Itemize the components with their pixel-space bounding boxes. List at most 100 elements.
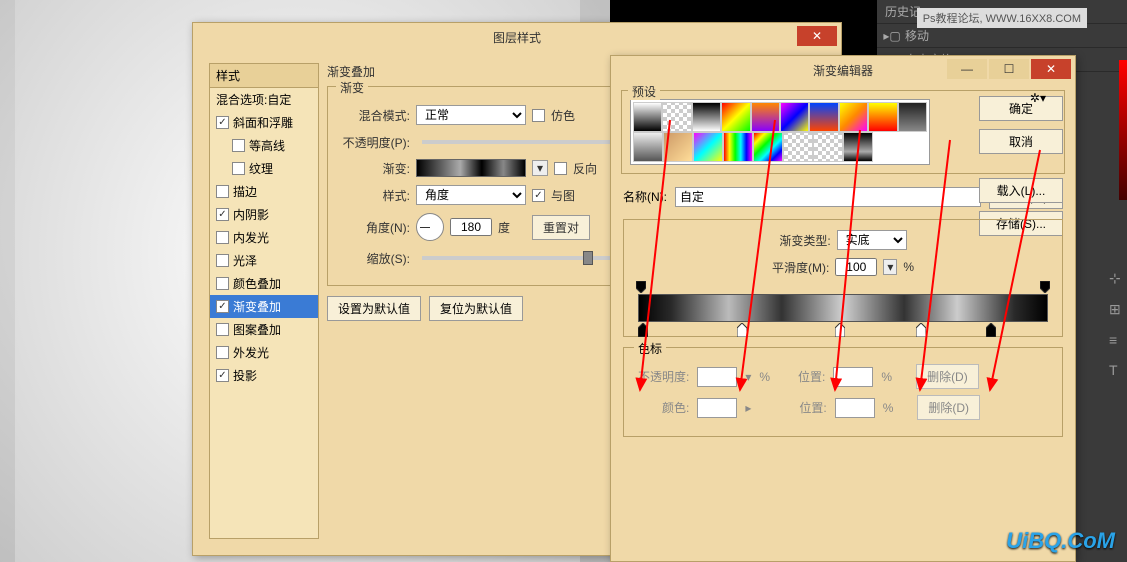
smoothness-input[interactable] [835,258,877,276]
preset-swatch[interactable] [692,102,721,132]
color-stop[interactable] [986,323,996,337]
close-button[interactable]: ✕ [1031,59,1071,79]
delete-opacity-stop-button[interactable]: 删除(D) [916,364,979,389]
icon-3[interactable]: ≡ [1109,332,1123,348]
reset-alignment-button[interactable]: 重置对 [532,215,590,240]
style-item-label: 等高线 [249,137,285,154]
preset-swatch[interactable] [721,102,750,132]
style-item[interactable]: 描边 [210,180,318,203]
opacity-stop[interactable] [636,281,646,293]
style-item[interactable]: 光泽 [210,249,318,272]
reverse-checkbox[interactable] [554,162,567,175]
preset-swatch[interactable] [753,132,783,162]
angle-dial[interactable] [416,213,444,241]
angle-input[interactable] [450,218,492,236]
reset-default-button[interactable]: 复位为默认值 [429,296,523,321]
style-item[interactable]: 颜色叠加 [210,272,318,295]
make-default-button[interactable]: 设置为默认值 [327,296,421,321]
preset-swatch[interactable] [839,102,868,132]
dropdown-icon: ▸ [745,401,751,415]
preset-swatch[interactable] [693,132,723,162]
style-item[interactable]: ✓斜面和浮雕 [210,111,318,134]
presets-group: 预设 ✲▾ [621,90,1065,174]
load-button[interactable]: 载入(L)... [979,178,1063,203]
preset-swatch[interactable] [633,132,663,162]
style-item-label: 纹理 [249,160,273,177]
titlebar[interactable]: 图层样式 ✕ [193,23,841,51]
dialog-title: 渐变编辑器 [813,62,873,79]
stop-opacity-label: 不透明度: [638,368,689,385]
gear-icon[interactable]: ✲▾ [1030,91,1046,105]
dropdown-icon[interactable]: ▾ [883,259,897,275]
preset-grid[interactable] [630,99,930,165]
gradient-preview[interactable] [416,159,526,177]
position-label: 位置: [798,368,825,385]
position-input [835,398,875,418]
checkbox[interactable] [216,346,229,359]
checkbox[interactable] [216,277,229,290]
delete-color-stop-button[interactable]: 删除(D) [917,395,980,420]
opacity-label: 不透明度(P): [340,134,410,151]
color-stop[interactable] [916,323,926,337]
gradient-edit-group: 渐变类型: 实底 平滑度(M): ▾ % [623,219,1063,337]
titlebar[interactable]: 渐变编辑器 — ☐ ✕ [611,56,1075,84]
checkbox[interactable] [216,185,229,198]
checkbox[interactable]: ✓ [216,116,229,129]
preset-swatch[interactable] [662,102,691,132]
preset-swatch[interactable] [633,102,662,132]
icon-2[interactable]: ⊞ [1109,301,1123,318]
preset-swatch[interactable] [783,132,813,162]
style-item[interactable]: 图案叠加 [210,318,318,341]
folder-icon: ▸▢ [885,29,899,43]
style-item[interactable]: 等高线 [210,134,318,157]
style-select[interactable]: 角度 [416,185,526,205]
close-icon: ✕ [1046,62,1056,76]
history-item-label: 移动 [905,27,929,44]
preset-swatch[interactable] [663,132,693,162]
name-input[interactable] [675,187,981,207]
type-icon[interactable]: T [1109,362,1123,378]
dither-checkbox[interactable] [532,109,545,122]
style-item[interactable]: 纹理 [210,157,318,180]
checkbox[interactable] [216,231,229,244]
preset-swatch[interactable] [868,102,897,132]
preset-swatch[interactable] [723,132,753,162]
align-label: 与图 [551,187,575,204]
percent-label: % [883,401,894,415]
color-stop[interactable] [835,323,845,337]
preset-swatch[interactable] [780,102,809,132]
close-button[interactable]: ✕ [797,26,837,46]
icon-1[interactable]: ⊹ [1109,270,1123,287]
color-stop[interactable] [737,323,747,337]
blend-options-item[interactable]: 混合选项:自定 [210,88,318,111]
gradient-dropdown-icon[interactable]: ▾ [532,160,548,176]
preset-swatch[interactable] [898,102,927,132]
style-item-label: 描边 [233,183,257,200]
checkbox[interactable]: ✓ [216,369,229,382]
style-item[interactable]: 外发光 [210,341,318,364]
preset-swatch[interactable] [843,132,873,162]
checkbox[interactable]: ✓ [216,208,229,221]
blend-mode-select[interactable]: 正常 [416,105,526,125]
checkbox[interactable] [216,323,229,336]
position-input [833,367,873,387]
checkbox[interactable]: ✓ [216,300,229,313]
align-checkbox[interactable]: ✓ [532,189,545,202]
style-item[interactable]: ✓渐变叠加 [210,295,318,318]
style-item[interactable]: 内发光 [210,226,318,249]
preset-swatch[interactable] [809,102,838,132]
gradient-type-select[interactable]: 实底 [837,230,907,250]
checkbox[interactable] [232,162,245,175]
style-item[interactable]: ✓内阴影 [210,203,318,226]
opacity-stop[interactable] [1040,281,1050,293]
style-item[interactable]: ✓投影 [210,364,318,387]
color-stop[interactable] [638,323,648,337]
minimize-button[interactable]: — [947,59,987,79]
maximize-button[interactable]: ☐ [989,59,1029,79]
style-item-label: 颜色叠加 [233,275,281,292]
preset-swatch[interactable] [751,102,780,132]
gradient-bar[interactable] [638,294,1048,322]
checkbox[interactable] [232,139,245,152]
checkbox[interactable] [216,254,229,267]
preset-swatch[interactable] [813,132,843,162]
